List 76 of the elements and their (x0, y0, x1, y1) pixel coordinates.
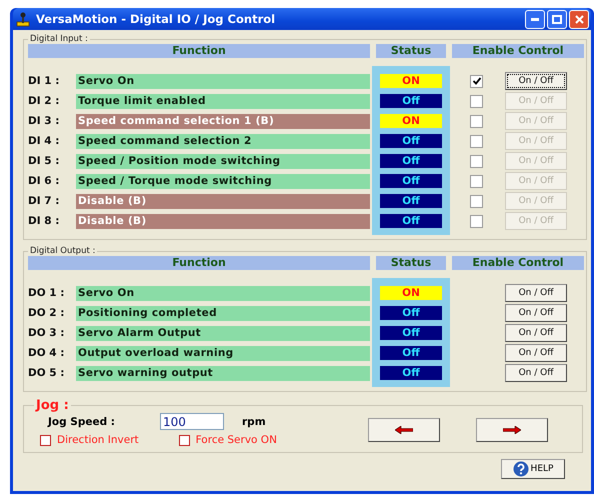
status-indicator: Off (380, 306, 442, 320)
row-label: DO 2 : (28, 307, 66, 319)
status-indicator: Off (380, 134, 442, 148)
speed-field[interactable]: 100 (160, 413, 224, 430)
row-label: DI 4 : (28, 135, 60, 147)
help-button[interactable]: HELP (501, 459, 565, 479)
maximize-button[interactable] (547, 10, 567, 28)
row-label: DI 6 : (28, 175, 60, 187)
status-indicator: Off (380, 154, 442, 168)
status-indicator: Off (380, 94, 442, 108)
group-title: Digital Input : (29, 34, 89, 44)
status-indicator: Off (380, 214, 442, 228)
jog-left-button[interactable] (368, 418, 440, 442)
function-name: Speed command selection 2 (76, 134, 370, 148)
on-off-button[interactable]: On / Off (505, 324, 567, 342)
column-header: Status (376, 256, 446, 270)
joystick-icon (15, 11, 31, 27)
on-off-button[interactable]: On / Off (505, 344, 567, 362)
option-checkbox[interactable] (40, 434, 51, 446)
left-arrow-icon (395, 426, 413, 434)
status-indicator: Off (380, 174, 442, 188)
row-label: DI 7 : (28, 195, 60, 207)
enable-checkbox[interactable] (470, 74, 483, 88)
status-indicator: Off (380, 326, 442, 340)
row-label: DI 8 : (28, 215, 60, 227)
close-icon (574, 14, 584, 24)
on-off-button[interactable]: On / Off (505, 284, 567, 302)
function-name: Speed command selection 1 (B) (76, 114, 370, 128)
right-arrow-icon (503, 426, 521, 434)
option-label: Direction Invert (57, 434, 139, 446)
row-label: DO 3 : (28, 327, 66, 339)
function-name: Speed / Torque mode switching (76, 174, 370, 188)
function-name: Servo Alarm Output (76, 326, 370, 340)
row-label: DI 5 : (28, 155, 60, 167)
column-header: Enable Control (452, 256, 584, 270)
function-name: Servo warning output (76, 366, 370, 380)
function-name: Disable (B) (76, 194, 370, 208)
unit-label: rpm (242, 416, 266, 428)
column-header: Status (376, 44, 446, 58)
maximize-icon (552, 14, 562, 24)
row-label: DI 3 : (28, 115, 60, 127)
row-label: DI 1 : (28, 75, 60, 87)
help-icon (512, 461, 529, 477)
status-indicator: ON (380, 114, 442, 128)
row-label: DO 1 : (28, 287, 66, 299)
status-indicator: Off (380, 366, 442, 380)
speed-label: Jog Speed : (48, 416, 116, 428)
status-indicator: Off (380, 346, 442, 360)
function-name: Positioning completed (76, 306, 370, 320)
on-off-button[interactable]: On / Off (505, 364, 567, 382)
close-button[interactable] (569, 10, 589, 28)
group-title: Digital Output : (29, 246, 96, 256)
function-name: Servo On (76, 74, 370, 88)
function-name: Output overload warning (76, 346, 370, 360)
minimize-icon (531, 18, 539, 20)
row-label: DO 4 : (28, 347, 66, 359)
status-indicator: ON (380, 74, 442, 88)
column-header: Function (28, 256, 370, 270)
function-name: Disable (B) (76, 214, 370, 228)
column-header: Enable Control (452, 44, 584, 58)
function-name: Servo On (76, 286, 370, 300)
group-title: Jog : (34, 398, 70, 413)
row-label: DI 2 : (28, 95, 60, 107)
column-header: Function (28, 44, 370, 58)
status-indicator: ON (380, 286, 442, 300)
function-name: Torque limit enabled (76, 94, 370, 108)
window-title: VersaMotion - Digital IO / Jog Control (36, 12, 276, 26)
row-label: DO 5 : (28, 367, 66, 379)
on-off-button[interactable]: On / Off (505, 304, 567, 322)
minimize-button[interactable] (525, 10, 545, 28)
option-label: Force Servo ON (196, 434, 277, 446)
function-name: Speed / Position mode switching (76, 154, 370, 168)
status-indicator: Off (380, 194, 442, 208)
jog-right-button[interactable] (476, 418, 548, 442)
option-checkbox[interactable] (178, 434, 190, 446)
on-off-button[interactable]: On / Off (505, 72, 567, 90)
